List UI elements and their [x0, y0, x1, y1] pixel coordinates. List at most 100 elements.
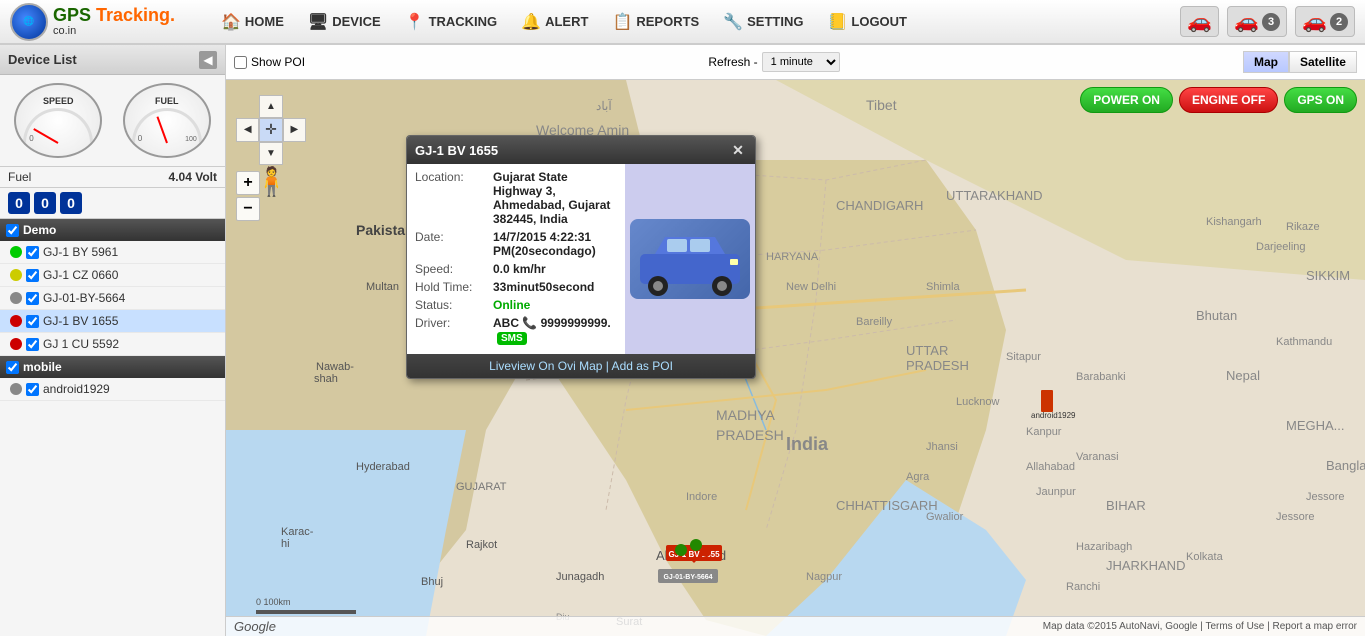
nav-tracking[interactable]: 📍 TRACKING [394, 6, 509, 38]
show-poi-control: Show POI [234, 55, 305, 69]
svg-text:Hazaribagh: Hazaribagh [1076, 541, 1132, 553]
gray-car-count: 2 [1330, 13, 1348, 31]
group-mobile-label: mobile [23, 360, 62, 374]
power-on-button[interactable]: POWER ON [1080, 87, 1173, 113]
device-gj1cu5592-checkbox[interactable] [26, 338, 39, 351]
sms-badge[interactable]: SMS [497, 332, 527, 345]
map-navigation: ▲ ◀ ✛ ▶ ▼ + − [236, 95, 306, 221]
svg-text:Bhutan: Bhutan [1196, 308, 1237, 323]
nav-setting-label: SETTING [747, 14, 803, 29]
group-demo-label: Demo [23, 223, 56, 237]
odo-digit-2: 0 [34, 192, 56, 214]
group-mobile[interactable]: mobile [0, 356, 225, 378]
device-gj1by5961[interactable]: GJ-1 BY 5961 [0, 241, 225, 264]
fuel-gauge: FUEL 0 100 [123, 83, 211, 158]
vehicle-popup: GJ-1 BV 1655 ✕ Location: Gujarat State H… [406, 135, 756, 379]
speed-gauge: SPEED 0 [14, 83, 102, 158]
status-dot-yellow [10, 269, 22, 281]
nav-setting[interactable]: 🔧 SETTING [712, 6, 814, 38]
odo-digit-1: 0 [8, 192, 30, 214]
map-type-map-button[interactable]: Map [1243, 51, 1289, 73]
popup-title: GJ-1 BV 1655 [415, 143, 498, 158]
device-gj1by5961-checkbox[interactable] [26, 246, 39, 259]
hold-row: Hold Time: 33minut50second [415, 280, 617, 294]
group-demo[interactable]: Demo [0, 219, 225, 241]
svg-text:0 100km: 0 100km [256, 597, 291, 607]
status-dot-red2 [10, 338, 22, 350]
nav-alert[interactable]: 🔔 ALERT [510, 6, 599, 38]
status-dot-gray2 [10, 383, 22, 395]
nav-right-button[interactable]: ▶ [283, 118, 306, 141]
red-car-count: 3 [1262, 13, 1280, 31]
logo-sub: co.in [53, 25, 175, 37]
map-type-satellite-button[interactable]: Satellite [1289, 51, 1357, 73]
svg-text:CHHATTISGARH: CHHATTISGARH [836, 498, 938, 513]
fuel-gauge-label: FUEL [155, 96, 179, 106]
fuel-info-bar: Fuel 4.04 Volt [0, 167, 225, 188]
svg-text:UTTARAKHAND: UTTARAKHAND [946, 188, 1043, 203]
device-gj01by5664-checkbox[interactable] [26, 292, 39, 305]
svg-text:India: India [786, 434, 829, 454]
car-badge-gray: 🚗 2 [1295, 6, 1355, 37]
logo-highlight: Tracking. [96, 5, 175, 25]
nav-center-button[interactable]: ✛ [259, 118, 282, 141]
svg-text:PRADESH: PRADESH [716, 427, 784, 443]
map-toolbar: Show POI Refresh - 1 minute 2 minutes 5 … [226, 45, 1365, 80]
device-gj1cz0660-checkbox[interactable] [26, 269, 39, 282]
device-android1929[interactable]: android1929 [0, 378, 225, 401]
svg-text:Junagadh: Junagadh [556, 571, 604, 583]
tracking-icon: 📍 [405, 12, 425, 32]
zoom-out-button[interactable]: − [236, 197, 260, 221]
svg-text:Allahabad: Allahabad [1026, 461, 1075, 473]
popup-close-button[interactable]: ✕ [729, 141, 747, 159]
group-mobile-checkbox[interactable] [6, 361, 19, 374]
group-demo-checkbox[interactable] [6, 224, 19, 237]
nav-logout[interactable]: 📒 LOGOUT [816, 6, 918, 38]
navigation: 🏠 HOME 🖥 DEVICE 📍 TRACKING 🔔 ALERT 📋 REP… [210, 6, 1180, 38]
nav-home[interactable]: 🏠 HOME [210, 6, 295, 38]
status-dot-red1 [10, 315, 22, 327]
gray-car-icon: 🚗 [1302, 9, 1327, 34]
svg-text:Jhansi: Jhansi [926, 441, 958, 453]
refresh-select[interactable]: 1 minute 2 minutes 5 minutes [762, 52, 840, 72]
device-android1929-checkbox[interactable] [26, 383, 39, 396]
device-gj1bv1655[interactable]: GJ-1 BV 1655 [0, 310, 225, 333]
map-type-buttons: Map Satellite [1243, 51, 1357, 73]
nav-down-button[interactable]: ▼ [259, 142, 282, 165]
driver-row: Driver: ABC 📞 9999999999. SMS [415, 316, 617, 344]
nav-logout-label: LOGOUT [851, 14, 907, 29]
hold-label: Hold Time: [415, 280, 487, 294]
nav-up-button[interactable]: ▲ [259, 95, 282, 118]
popup-details: Location: Gujarat State Highway 3, Ahmed… [407, 164, 625, 354]
device-icon: 🖥 [308, 12, 328, 32]
fuel-max: 100 [185, 136, 197, 143]
popup-footer[interactable]: Liveview On Ovi Map | Add as POI [407, 354, 755, 378]
nav-left-button[interactable]: ◀ [236, 118, 259, 141]
device-gj01by5664[interactable]: GJ-01-BY-5664 [0, 287, 225, 310]
device-gj1cu5592-label: GJ 1 CU 5592 [43, 337, 119, 351]
svg-text:Kishangarh: Kishangarh [1206, 216, 1262, 228]
device-gj1cz0660[interactable]: GJ-1 CZ 0660 [0, 264, 225, 287]
engine-off-button[interactable]: ENGINE OFF [1179, 87, 1278, 113]
device-gj1bv1655-checkbox[interactable] [26, 315, 39, 328]
nav-device[interactable]: 🖥 DEVICE [297, 6, 392, 38]
svg-text:MADHYA: MADHYA [716, 407, 776, 423]
odo-digit-3: 0 [60, 192, 82, 214]
device-gj1cz0660-label: GJ-1 CZ 0660 [43, 268, 118, 282]
svg-text:Bhuj: Bhuj [421, 576, 443, 588]
nav-device-label: DEVICE [332, 14, 380, 29]
power-buttons: POWER ON ENGINE OFF GPS ON [1080, 87, 1357, 113]
gps-on-button[interactable]: GPS ON [1284, 87, 1357, 113]
device-gj1cu5592[interactable]: GJ 1 CU 5592 [0, 333, 225, 356]
speed-value: 0.0 km/hr [493, 262, 546, 276]
show-poi-checkbox[interactable] [234, 56, 247, 69]
svg-text:Multan: Multan [366, 281, 399, 293]
svg-text:Pakistan: Pakistan [356, 222, 414, 238]
nav-cross: ▲ ◀ ✛ ▶ ▼ [236, 95, 306, 165]
nav-reports[interactable]: 📋 REPORTS [601, 6, 710, 38]
popup-header: GJ-1 BV 1655 ✕ [407, 136, 755, 164]
svg-text:HARYANA: HARYANA [766, 251, 819, 263]
svg-text:SIKKIM: SIKKIM [1306, 268, 1350, 283]
date-label: Date: [415, 230, 487, 244]
sidebar-collapse-button[interactable]: ◀ [199, 51, 217, 69]
